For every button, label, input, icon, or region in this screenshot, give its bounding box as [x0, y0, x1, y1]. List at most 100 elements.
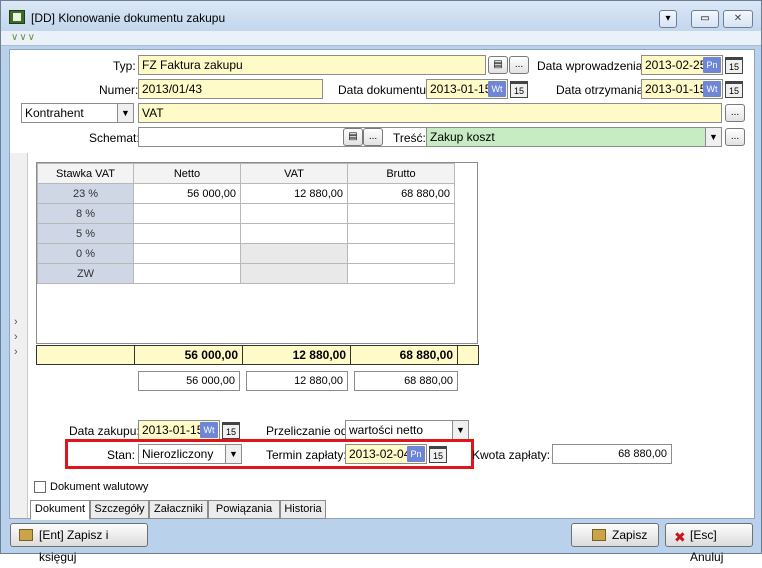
- close-button[interactable]: ✕: [723, 10, 753, 28]
- tresc-value: Zakup koszt: [430, 130, 495, 144]
- vat-cell[interactable]: [240, 223, 348, 244]
- kontrahent-ellipsis-button[interactable]: ...: [725, 104, 745, 122]
- brutto-cell[interactable]: [347, 243, 455, 264]
- title-bar: [DD] Klonowanie dokumentu zakupu ▾ ▭ ✕: [1, 1, 761, 31]
- dokument-walutowy-checkbox[interactable]: [34, 481, 46, 493]
- kontrahent-select[interactable]: Kontrahent ▼: [21, 103, 134, 123]
- col-header-brutto[interactable]: Brutto: [347, 163, 455, 184]
- vat-cell: [240, 243, 348, 264]
- netto-cell[interactable]: [133, 263, 241, 284]
- highlight-frame: [65, 439, 474, 469]
- calendar-icon[interactable]: 15: [222, 422, 240, 439]
- schemat-ellipsis-button[interactable]: ...: [363, 128, 383, 146]
- tresc-ellipsis-button[interactable]: ...: [725, 128, 745, 146]
- kontrahent-select-value: Kontrahent: [25, 106, 84, 120]
- totals-row: 56 000,00 12 880,00 68 880,00: [36, 345, 479, 365]
- col-header-netto[interactable]: Netto: [133, 163, 241, 184]
- sum-netto: 56 000,00: [138, 371, 240, 391]
- brutto-cell[interactable]: [347, 223, 455, 244]
- rate-cell: 5 %: [37, 223, 134, 244]
- data-wprowadzenia-label: Data wprowadzenia:: [537, 59, 646, 73]
- numer-field[interactable]: 2013/01/43: [138, 79, 323, 99]
- netto-cell[interactable]: [133, 203, 241, 224]
- rate-cell: 0 %: [37, 243, 134, 264]
- save-icon: [592, 529, 606, 541]
- data-dokumentu-label: Data dokumentu:: [338, 83, 430, 97]
- brutto-cell[interactable]: [347, 263, 455, 284]
- tresc-label: Treść:: [393, 131, 426, 145]
- maximize-button[interactable]: ▭: [691, 10, 719, 28]
- collapse-chevrons[interactable]: ∨∨∨: [1, 31, 761, 46]
- total-vat: 12 880,00: [242, 346, 350, 364]
- sum-vat: 12 880,00: [246, 371, 348, 391]
- chevron-down-icon[interactable]: ▼: [452, 421, 468, 439]
- chevron-down-icon[interactable]: ▼: [705, 128, 721, 146]
- zapisz-ksieguj-button[interactable]: [Ent] Zapisz i księguj: [10, 523, 148, 564]
- typ-ellipsis-button[interactable]: ...: [509, 56, 529, 74]
- calendar-icon[interactable]: 15: [510, 81, 528, 98]
- table-row[interactable]: 23 % 56 000,00 12 880,00 68 880,00: [37, 183, 455, 204]
- app-icon: [9, 10, 25, 24]
- tab-powiazania[interactable]: Powiązania: [208, 500, 280, 519]
- chevron-down-icon[interactable]: ▼: [117, 104, 133, 122]
- calendar-icon[interactable]: 15: [725, 81, 743, 98]
- przeliczanie-select[interactable]: wartości netto ▼: [345, 420, 469, 440]
- kontrahent-value: VAT: [142, 106, 164, 120]
- data-otrzymania-label: Data otrzymania:: [556, 83, 647, 97]
- data-dokumentu-value: 2013-01-15: [430, 82, 492, 96]
- table-row[interactable]: 5 %: [37, 223, 455, 244]
- total-brutto: 68 880,00: [350, 346, 458, 364]
- document-panel: Typ: FZ Faktura zakupu ▤ ... Data wprowa…: [9, 49, 755, 520]
- anuluj-label: [Esc] Anuluj: [690, 528, 724, 564]
- tab-szczegoly[interactable]: Szczegóły: [90, 500, 149, 519]
- schemat-list-button[interactable]: ▤: [343, 128, 363, 146]
- tab-dokument[interactable]: Dokument: [30, 500, 90, 520]
- typ-list-button[interactable]: ▤: [488, 56, 508, 74]
- close-icon: ✖: [674, 529, 686, 545]
- dialog-window: [DD] Klonowanie dokumentu zakupu ▾ ▭ ✕ ∨…: [0, 0, 762, 564]
- kwota-label: Kwota zapłaty:: [472, 448, 551, 462]
- table-row[interactable]: 0 %: [37, 243, 455, 264]
- typ-value: FZ Faktura zakupu: [142, 58, 243, 72]
- window-title: [DD] Klonowanie dokumentu zakupu: [31, 11, 226, 25]
- chevron-right-icon[interactable]: ›: [14, 331, 18, 343]
- zapisz-button[interactable]: Zapisz: [571, 523, 659, 547]
- col-header-vat[interactable]: VAT: [240, 163, 348, 184]
- vat-table: Stawka VAT Netto VAT Brutto 23 % 56 000,…: [37, 163, 455, 284]
- chevron-right-icon[interactable]: ›: [14, 346, 18, 358]
- total-netto: 56 000,00: [134, 346, 242, 364]
- window-menu-button[interactable]: ▾: [659, 10, 677, 28]
- col-header-stawka[interactable]: Stawka VAT: [37, 163, 134, 184]
- netto-cell[interactable]: 56 000,00: [133, 183, 241, 204]
- tresc-field[interactable]: Zakup koszt ▼: [426, 127, 722, 147]
- przeliczanie-value: wartości netto: [349, 423, 424, 437]
- data-wprowadzenia-value: 2013-02-25: [645, 58, 707, 72]
- tab-zalaczniki[interactable]: Załaczniki: [149, 500, 208, 519]
- kontrahent-field[interactable]: VAT: [138, 103, 722, 123]
- table-row[interactable]: 8 %: [37, 203, 455, 224]
- vat-cell: [240, 263, 348, 284]
- dokument-walutowy-label: Dokument walutowy: [50, 481, 149, 493]
- kwota-field[interactable]: 68 880,00: [552, 444, 672, 464]
- vat-cell[interactable]: [240, 203, 348, 224]
- tab-historia[interactable]: Historia: [280, 500, 326, 519]
- typ-label: Typ:: [113, 59, 136, 73]
- netto-cell[interactable]: [133, 223, 241, 244]
- calendar-icon[interactable]: 15: [725, 57, 743, 74]
- typ-field[interactable]: FZ Faktura zakupu: [138, 55, 486, 75]
- day-badge: Wt: [200, 422, 218, 438]
- zapisz-label: Zapisz: [612, 528, 648, 542]
- brutto-cell[interactable]: [347, 203, 455, 224]
- data-zakupu-label: Data zakupu:: [69, 424, 140, 438]
- zapisz-ksieguj-label: [Ent] Zapisz i księguj: [39, 528, 109, 564]
- numer-value: 2013/01/43: [142, 82, 203, 96]
- netto-cell[interactable]: [133, 243, 241, 264]
- table-row[interactable]: ZW: [37, 263, 455, 284]
- chevron-right-icon[interactable]: ›: [14, 316, 18, 328]
- anuluj-button[interactable]: ✖ [Esc] Anuluj: [665, 523, 753, 564]
- brutto-cell[interactable]: 68 880,00: [347, 183, 455, 204]
- day-badge: Wt: [488, 81, 506, 97]
- vat-cell[interactable]: 12 880,00: [240, 183, 348, 204]
- side-collapse-bar[interactable]: › › ›: [10, 153, 28, 518]
- day-badge: Wt: [703, 81, 721, 97]
